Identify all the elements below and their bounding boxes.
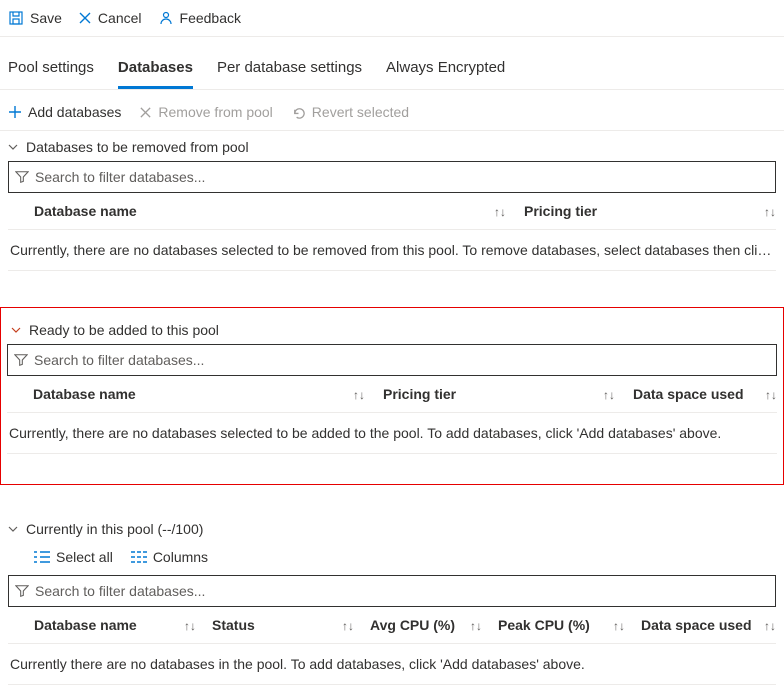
remove-empty-message: Currently, there are no databases select…: [8, 230, 776, 271]
col-pricing-tier: Pricing tier: [383, 386, 456, 402]
filter-icon: [15, 584, 29, 598]
save-label: Save: [30, 10, 62, 26]
select-all-label: Select all: [56, 549, 113, 565]
col-database-name: Database name: [34, 203, 137, 219]
section-remove: Databases to be removed from pool Databa…: [0, 131, 784, 271]
remove-from-pool-button[interactable]: Remove from pool: [139, 104, 272, 120]
sort-icon[interactable]: ↑↓: [494, 205, 506, 219]
col-pricing-tier: Pricing tier: [524, 203, 597, 219]
add-col-headers: Database name ↑↓ Pricing tier ↑↓ Data sp…: [7, 376, 777, 413]
remove-filter-input[interactable]: [35, 169, 769, 185]
tab-always-encrypted[interactable]: Always Encrypted: [386, 59, 505, 89]
sort-icon[interactable]: ↑↓: [184, 619, 196, 633]
add-filter-input[interactable]: [34, 352, 770, 368]
col-status: Status: [212, 617, 255, 633]
col-data-space-used: Data space used: [633, 386, 744, 402]
columns-label: Columns: [153, 549, 208, 565]
top-toolbar: Save Cancel Feedback: [0, 0, 784, 37]
pool-col-headers: Database name ↑↓ Status ↑↓ Avg CPU (%) ↑…: [8, 607, 776, 644]
save-icon: [8, 10, 24, 26]
sort-icon[interactable]: ↑↓: [342, 619, 354, 633]
tab-databases[interactable]: Databases: [118, 59, 193, 89]
col-avg-cpu: Avg CPU (%): [370, 617, 455, 633]
pool-filter-row: [8, 575, 776, 607]
pool-actions: Select all Columns: [8, 543, 776, 575]
section-pool-header[interactable]: Currently in this pool (--/100): [8, 513, 776, 543]
col-database-name: Database name: [34, 617, 137, 633]
add-empty-message: Currently, there are no databases select…: [7, 413, 777, 454]
add-databases-label: Add databases: [28, 104, 121, 120]
sort-icon[interactable]: ↑↓: [613, 619, 625, 633]
close-icon: [78, 11, 92, 25]
remove-col-headers: Database name ↑↓ Pricing tier ↑↓: [8, 193, 776, 230]
columns-button[interactable]: Columns: [131, 549, 208, 565]
section-add-header[interactable]: Ready to be added to this pool: [7, 314, 777, 344]
add-filter-row: [7, 344, 777, 376]
pool-empty-message: Currently there are no databases in the …: [8, 644, 776, 685]
select-all-button[interactable]: Select all: [34, 549, 113, 565]
plus-icon: [8, 105, 22, 119]
feedback-button[interactable]: Feedback: [158, 10, 241, 26]
filter-icon: [14, 353, 28, 367]
columns-icon: [131, 550, 147, 564]
sort-icon[interactable]: ↑↓: [765, 388, 777, 402]
save-button[interactable]: Save: [8, 10, 62, 26]
section-add: Ready to be added to this pool Database …: [7, 314, 777, 454]
select-all-icon: [34, 550, 50, 564]
section-add-highlight: Ready to be added to this pool Database …: [0, 307, 784, 485]
pool-filter-input[interactable]: [35, 583, 769, 599]
sort-icon[interactable]: ↑↓: [353, 388, 365, 402]
section-remove-title: Databases to be removed from pool: [26, 139, 249, 155]
revert-selected-label: Revert selected: [312, 104, 409, 120]
chevron-down-icon: [8, 142, 18, 152]
section-pool-title: Currently in this pool (--/100): [26, 521, 203, 537]
chevron-down-icon: [8, 524, 18, 534]
section-remove-header[interactable]: Databases to be removed from pool: [8, 131, 776, 161]
revert-selected-button[interactable]: Revert selected: [291, 104, 409, 120]
col-data-space-used: Data space used: [641, 617, 752, 633]
sort-icon[interactable]: ↑↓: [603, 388, 615, 402]
col-peak-cpu: Peak CPU (%): [498, 617, 590, 633]
remove-filter-row: [8, 161, 776, 193]
chevron-down-icon: [11, 325, 21, 335]
sort-icon[interactable]: ↑↓: [470, 619, 482, 633]
section-pool: Currently in this pool (--/100) Select a…: [0, 513, 784, 685]
remove-from-pool-label: Remove from pool: [158, 104, 272, 120]
feedback-icon: [158, 10, 174, 26]
cancel-button[interactable]: Cancel: [78, 10, 142, 26]
col-database-name: Database name: [33, 386, 136, 402]
close-icon: [139, 106, 152, 119]
tab-bar: Pool settings Databases Per database set…: [0, 37, 784, 90]
filter-icon: [15, 170, 29, 184]
feedback-label: Feedback: [180, 10, 241, 26]
tab-pool-settings[interactable]: Pool settings: [8, 59, 94, 89]
sort-icon[interactable]: ↑↓: [764, 619, 776, 633]
cancel-label: Cancel: [98, 10, 142, 26]
add-databases-button[interactable]: Add databases: [8, 104, 121, 120]
action-toolbar: Add databases Remove from pool Revert se…: [0, 90, 784, 131]
tab-per-database[interactable]: Per database settings: [217, 59, 362, 89]
section-add-title: Ready to be added to this pool: [29, 322, 219, 338]
sort-icon[interactable]: ↑↓: [764, 205, 776, 219]
revert-icon: [291, 105, 306, 120]
